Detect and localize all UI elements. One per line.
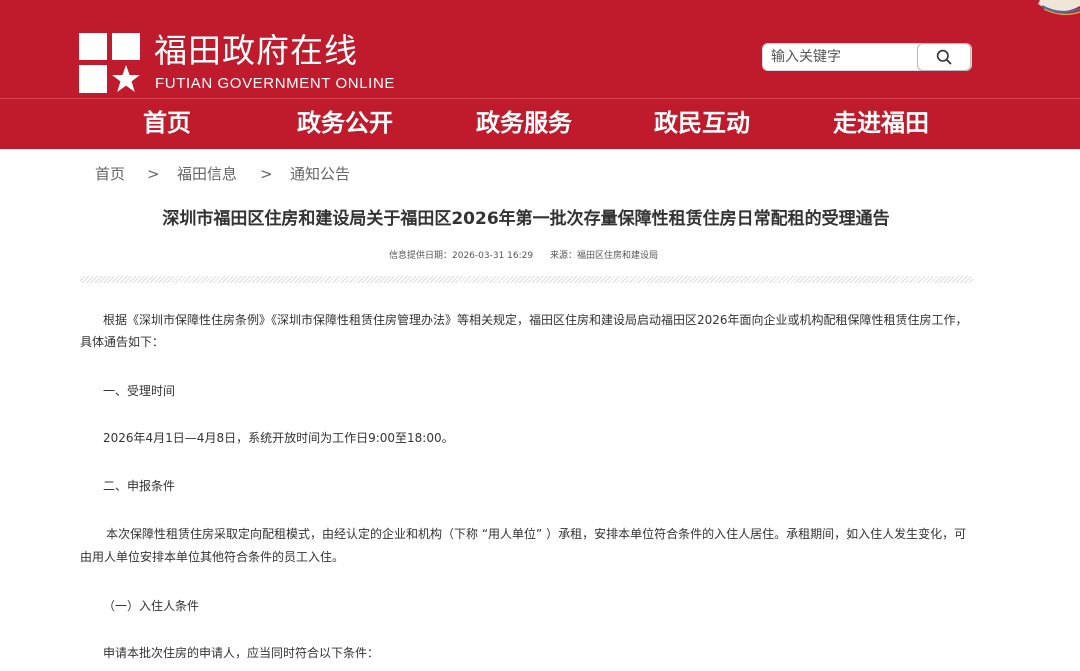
nav-about-futian[interactable]: 走进福田 xyxy=(833,108,929,140)
main-nav: 首页 政务公开 政务服务 政民互动 走进福田 xyxy=(0,98,1080,149)
nav-government-affairs[interactable]: 政务公开 xyxy=(297,108,393,140)
title-divider xyxy=(80,276,973,283)
logo-star-icon xyxy=(112,65,140,92)
logo-square-icon xyxy=(112,33,140,60)
site-name-english: FUTIAN GOVERNMENT ONLINE xyxy=(155,75,395,92)
article-paragraph: 申请本批次住房的申请人，应当同时符合以下条件： xyxy=(103,646,380,660)
logo-square-icon xyxy=(79,33,107,60)
nav-government-services[interactable]: 政务服务 xyxy=(476,108,572,140)
article-paragraph: 具体通告如下： xyxy=(80,335,165,349)
breadcrumb-notices[interactable]: 通知公告 xyxy=(290,164,350,184)
search-input[interactable] xyxy=(771,46,921,68)
nav-home[interactable]: 首页 xyxy=(143,108,191,140)
search-icon xyxy=(936,49,952,65)
article-meta: 信息提供日期：2026-03-31 16:29 来源：福田区住房和建设局 xyxy=(389,250,658,262)
section-heading: 二、申报条件 xyxy=(103,479,176,493)
article-title: 深圳市福田区住房和建设局关于福田区2026年第一批次存量保障性租赁住房日常配租的… xyxy=(162,209,890,229)
site-logo[interactable] xyxy=(79,33,141,93)
article-paragraph: 本次保障性租赁住房采取定向配租模式，由经认定的企业和机构（下称 “用人单位” ）… xyxy=(106,527,967,541)
info-date: 信息提供日期：2026-03-31 16:29 xyxy=(389,251,534,261)
search-button[interactable] xyxy=(917,43,971,71)
site-name[interactable]: 福田政府在线 xyxy=(154,31,358,71)
breadcrumb-separator: > xyxy=(147,165,160,183)
nav-public-interaction[interactable]: 政民互动 xyxy=(654,108,750,140)
subsection-heading: （一）入住人条件 xyxy=(103,599,200,613)
header-banner: 福田政府在线 FUTIAN GOVERNMENT ONLINE xyxy=(0,0,1080,98)
breadcrumb-separator: > xyxy=(260,165,273,183)
search-box xyxy=(762,43,972,71)
article-paragraph: 2026年4月1日—4月8日，系统开放时间为工作日9:00至18:00。 xyxy=(103,431,454,445)
logo-square-icon xyxy=(79,65,107,93)
article-paragraph: 根据《深圳市保障性住房条例》《深圳市保障性租赁住房管理办法》等相关规定，福田区住… xyxy=(103,313,968,327)
breadcrumb-home[interactable]: 首页 xyxy=(95,164,125,184)
section-heading: 一、受理时间 xyxy=(103,384,176,398)
article-paragraph: 由用人单位安排本单位其他符合条件的员工入住。 xyxy=(80,550,345,564)
decorative-emblem-icon xyxy=(1038,0,1080,18)
article-source: 来源：福田区住房和建设局 xyxy=(549,251,658,261)
breadcrumb-futian-info[interactable]: 福田信息 xyxy=(177,164,237,184)
